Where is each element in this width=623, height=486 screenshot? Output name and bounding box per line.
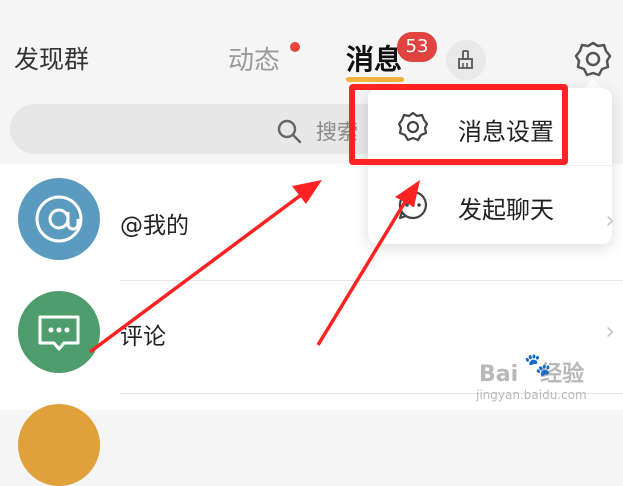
avatar <box>18 404 100 486</box>
annotation-arrows <box>88 180 420 354</box>
annotation-arrow-head <box>395 180 420 207</box>
paw-icon: 🐾 <box>524 353 552 378</box>
annotation-arrow-line <box>316 196 410 346</box>
annotation-arrow-line <box>88 190 307 354</box>
watermark-url: jingyan.baidu.com <box>476 388 587 402</box>
watermark-brand-text: Bai <box>479 362 519 387</box>
